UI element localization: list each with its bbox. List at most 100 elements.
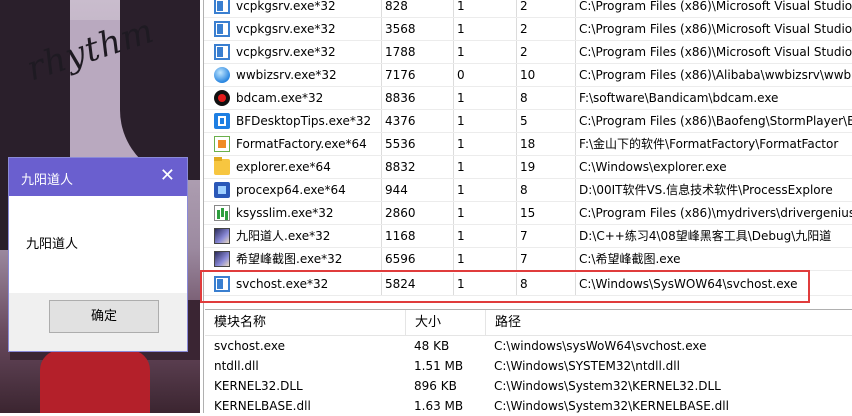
process-name-cell: FormatFactory.exe*64: [210, 133, 382, 156]
process-path: D:\C++练习4\08望峰黑客工具\Debug\九阳道: [579, 229, 832, 243]
process-pid: 1788: [382, 41, 454, 64]
process-name-cell: ksysslim.exe*32: [210, 202, 382, 225]
process-path: F:\金山下的软件\FormatFactory\FormatFactor: [579, 137, 839, 151]
process-col-b: 8: [517, 87, 576, 110]
process-name-cell: bdcam.exe*32: [210, 87, 382, 110]
module-row[interactable]: ntdll.dll 1.51 MB C:\Windows\SYSTEM32\ntdl…: [205, 356, 852, 376]
process-row[interactable]: procexp64.exe*64 944 1 8 D:\00IT软件VS.信息技术软件\…: [204, 179, 852, 202]
dialog-title: 九阳道人: [21, 173, 74, 188]
module-row[interactable]: svchost.exe 48 KB C:\windows\sysWoW64\svch…: [205, 336, 852, 356]
process-path: D:\00IT软件VS.信息技术软件\ProcessExplore: [579, 183, 833, 197]
process-name: vcpkgsrv.exe*32: [236, 0, 336, 13]
process-col-b: 19: [517, 156, 576, 179]
process-col-a: 1: [454, 41, 517, 64]
process-path: C:\Program Files (x86)\Microsoft Visual …: [579, 22, 852, 36]
process-path: C:\Program Files (x86)\Alibaba\wwbizsrv\…: [579, 68, 852, 82]
process-pid: 7176: [382, 64, 454, 87]
process-col-b: 2: [517, 41, 576, 64]
record-icon: [214, 90, 230, 106]
process-name-cell: 希望峰截图.exe*32: [210, 248, 382, 271]
process-path: C:\Program Files (x86)\Baofeng\StormPlay…: [579, 114, 852, 128]
process-col-b: 10: [517, 64, 576, 87]
process-name: ksysslim.exe*32: [236, 206, 334, 220]
process-name: 希望峰截图.exe*32: [236, 252, 343, 266]
process-row[interactable]: ksysslim.exe*32 2860 1 15 C:\Program Files (…: [204, 202, 852, 225]
process-col-b: 2: [517, 18, 576, 41]
process-name: 九阳道人.exe*32: [236, 229, 331, 243]
process-path: F:\software\Bandicam\bdcam.exe: [579, 91, 779, 105]
process-row[interactable]: vcpkgsrv.exe*32 828 1 2 C:\Program Files (x8…: [204, 0, 852, 18]
module-path: C:\Windows\SYSTEM32\ntdll.dll: [494, 359, 680, 373]
process-pid: 944: [382, 179, 454, 202]
module-size: 48 KB: [414, 339, 450, 353]
dialog-title-bar[interactable]: 九阳道人 ✕: [9, 158, 187, 196]
process-row[interactable]: bdcam.exe*32 8836 1 8 F:\software\Bandicam\b…: [204, 87, 852, 110]
process-row[interactable]: wwbizsrv.exe*32 7176 0 10 C:\Program Files (…: [204, 64, 852, 87]
process-row[interactable]: FormatFactory.exe*64 5536 1 18 F:\金山下的软件\For…: [204, 133, 852, 156]
module-path: C:\Windows\System32\KERNEL32.DLL: [494, 379, 721, 393]
folder-icon: [214, 157, 230, 175]
process-pid: 8832: [382, 156, 454, 179]
process-row[interactable]: 九阳道人.exe*32 1168 1 7 D:\C++练习4\08望峰黑客工具\Debu…: [204, 225, 852, 248]
process-row[interactable]: explorer.exe*64 8832 1 19 C:\Windows\explore…: [204, 156, 852, 179]
wallpaper-legs: [40, 350, 150, 413]
process-row[interactable]: vcpkgsrv.exe*32 3568 1 2 C:\Program Files (x…: [204, 18, 852, 41]
process-pid: 2860: [382, 202, 454, 225]
process-row[interactable]: vcpkgsrv.exe*32 1788 1 2 C:\Program Files (x…: [204, 41, 852, 64]
process-col-b: 7: [517, 225, 576, 248]
window-app-icon: [214, 44, 230, 60]
column-header-size[interactable]: 大小: [406, 310, 486, 335]
process-col-b: 18: [517, 133, 576, 156]
process-row[interactable]: 希望峰截图.exe*32 6596 1 7 C:\希望峰截图.exe: [204, 248, 852, 271]
dialog-body: 九阳道人: [9, 196, 187, 293]
process-pid: 3568: [382, 18, 454, 41]
process-name-cell: explorer.exe*64: [210, 156, 382, 179]
process-name-cell: procexp64.exe*64: [210, 179, 382, 202]
window-app-icon: [214, 0, 230, 14]
module-row[interactable]: KERNEL32.DLL 896 KB C:\Windows\System32\KE…: [205, 376, 852, 396]
process-col-b: 2: [517, 0, 576, 18]
process-col-a: 1: [454, 133, 517, 156]
process-path: C:\希望峰截图.exe: [579, 252, 681, 266]
process-col-a: 1: [454, 18, 517, 41]
module-size: 1.63 MB: [414, 399, 464, 413]
process-col-b: 8: [517, 179, 576, 202]
column-header-path[interactable]: 路径: [486, 310, 852, 335]
module-path: C:\Windows\System32\KERNELBASE.dll: [494, 399, 729, 413]
process-name-cell: wwbizsrv.exe*32: [210, 64, 382, 87]
process-col-a: 1: [454, 0, 517, 18]
process-name-cell: BFDesktopTips.exe*32: [210, 110, 382, 133]
column-header-module-name[interactable]: 模块名称: [205, 310, 406, 335]
message-box-dialog: 九阳道人 ✕ 九阳道人 确定: [8, 157, 188, 352]
module-name: svchost.exe: [214, 339, 285, 353]
process-name: bdcam.exe*32: [236, 91, 324, 105]
process-path: C:\Program Files (x86)\mydrivers\driverg…: [579, 206, 852, 220]
process-col-b: 7: [517, 248, 576, 271]
process-col-a: 1: [454, 225, 517, 248]
process-col-a: 1: [454, 179, 517, 202]
process-pid: 828: [382, 0, 454, 18]
process-name-cell: vcpkgsrv.exe*32: [210, 41, 382, 64]
process-pid: 1168: [382, 225, 454, 248]
module-row[interactable]: KERNELBASE.dll 1.63 MB C:\Windows\System32…: [205, 396, 852, 416]
process-row[interactable]: BFDesktopTips.exe*32 4376 1 5 C:\Program Fil…: [204, 110, 852, 133]
process-path: C:\Windows\explorer.exe: [579, 160, 727, 174]
process-name-cell: vcpkgsrv.exe*32: [210, 0, 382, 18]
process-name: wwbizsrv.exe*32: [236, 68, 337, 82]
module-path: C:\windows\sysWoW64\svchost.exe: [494, 339, 707, 353]
selected-process-highlight: [200, 270, 810, 303]
process-col-a: 1: [454, 87, 517, 110]
anime-icon: [214, 251, 230, 267]
process-path: C:\Program Files (x86)\Microsoft Visual …: [579, 45, 852, 59]
formatfactory-icon: [214, 136, 230, 152]
bars-icon: [214, 205, 230, 221]
window-app-icon: [214, 21, 230, 37]
process-name: vcpkgsrv.exe*32: [236, 22, 336, 36]
close-icon[interactable]: ✕: [160, 166, 175, 186]
module-table-header: 模块名称 大小 路径: [205, 310, 852, 336]
process-path: C:\Program Files (x86)\Microsoft Visual …: [579, 0, 852, 13]
ok-button[interactable]: 确定: [49, 300, 159, 333]
process-col-a: 1: [454, 202, 517, 225]
process-col-a: 1: [454, 110, 517, 133]
globe-icon: [214, 67, 230, 83]
